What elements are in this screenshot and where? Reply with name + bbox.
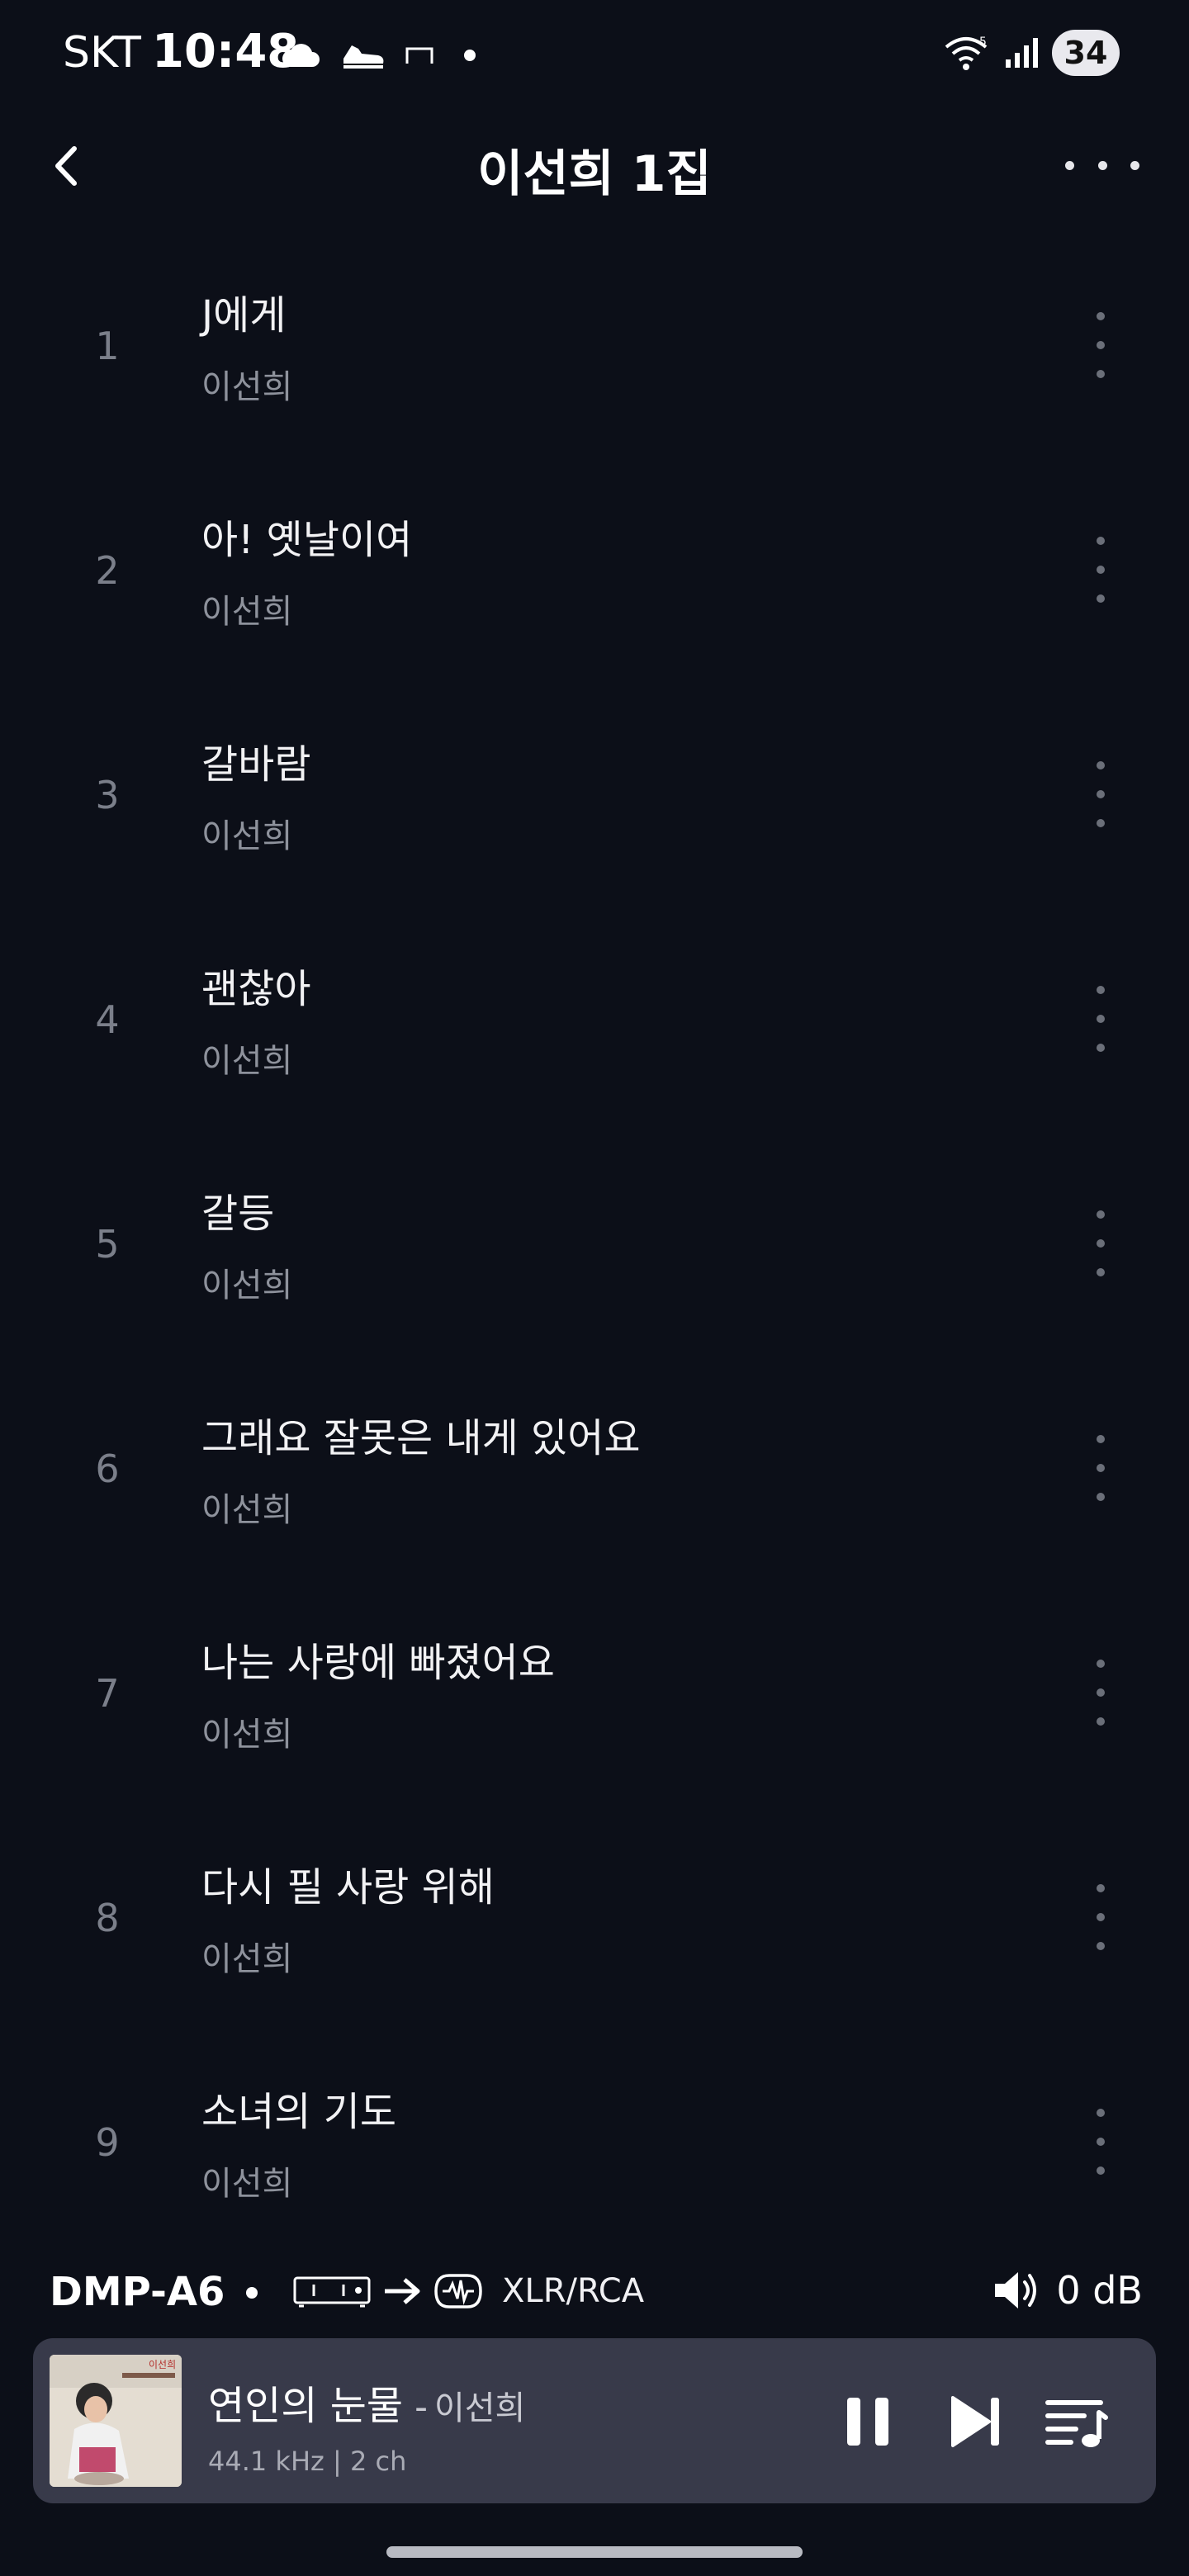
title-separator: - (414, 2386, 428, 2428)
more-vertical-icon (1097, 1435, 1105, 1443)
track-row[interactable]: 8 다시 필 사랑 위해 이선희 (0, 1803, 1189, 2028)
output-bar[interactable]: DMP-A6 XLR/RCA 0 dB (0, 2254, 1189, 2328)
rectangle-icon (405, 47, 433, 64)
track-row[interactable]: 2 아! 옛날이여 이선희 (0, 456, 1189, 680)
album-art[interactable]: 이선희 (50, 2355, 182, 2487)
now-playing-artist: 이선희 (433, 2389, 526, 2427)
separator-dot (246, 2287, 258, 2299)
track-menu-button[interactable] (1088, 1210, 1113, 1276)
waveform-output-icon (434, 2274, 482, 2308)
more-vertical-icon (1097, 1884, 1105, 1892)
track-row[interactable]: 7 나는 사랑에 빠졌어요 이선희 (0, 1579, 1189, 1803)
track-menu-button[interactable] (1088, 761, 1113, 827)
more-vertical-icon (1097, 2109, 1105, 2117)
track-artist: 이선희 (201, 368, 293, 406)
notification-icons (281, 35, 476, 76)
track-number: 4 (95, 997, 120, 1042)
track-number: 8 (95, 1896, 120, 1940)
battery-icon: 34 (1052, 30, 1120, 76)
audio-format: 44.1 kHz | 2 ch (208, 2446, 407, 2477)
track-row[interactable]: 3 갈바람 이선희 (0, 680, 1189, 905)
track-title: 갈바람 (201, 741, 311, 788)
track-artist: 이선희 (201, 1940, 293, 1978)
track-number: 1 (95, 324, 120, 368)
speaker-icon (995, 2272, 1037, 2308)
app-header: 이선희 1집 (0, 116, 1189, 215)
track-menu-button[interactable] (1088, 1435, 1113, 1501)
track-number: 7 (95, 1671, 120, 1716)
track-title: 갈등 (201, 1191, 275, 1237)
track-menu-button[interactable] (1088, 537, 1113, 603)
wifi-icon: 5 (945, 36, 988, 70)
now-playing-title: 연인의 눈물 (208, 2383, 404, 2429)
carrier-label: SKT (63, 28, 141, 78)
status-bar: SKT 10:48 5 34 (0, 0, 1189, 107)
track-list: 1 J에게 이선희 2 아! 옛날이여 이선희 3 갈바람 이선희 4 괜찮아 … (0, 231, 1189, 2252)
track-title: 아! 옛날이여 (201, 517, 413, 563)
system-icons: 5 34 (943, 30, 1120, 76)
device-name[interactable]: DMP-A6 (50, 2269, 225, 2315)
clock: 10:48 (152, 25, 300, 78)
home-indicator[interactable] (386, 2546, 803, 2558)
shoe-icon (343, 45, 384, 69)
track-title: 나는 사랑에 빠졌어요 (201, 1640, 555, 1686)
more-vertical-icon (1097, 761, 1105, 769)
track-row[interactable]: 1 J에게 이선희 (0, 231, 1189, 456)
track-artist: 이선희 (201, 1042, 293, 1080)
track-menu-button[interactable] (1088, 1884, 1113, 1950)
svg-text:5: 5 (979, 36, 987, 49)
more-vertical-icon (1097, 1210, 1105, 1219)
track-title: J에게 (201, 292, 287, 339)
more-horizontal-icon (1065, 160, 1074, 170)
cloud-icon (282, 44, 320, 67)
track-title: 괜찮아 (201, 966, 311, 1012)
player-device-icon (293, 2276, 371, 2308)
track-number: 3 (95, 773, 120, 817)
more-vertical-icon (1097, 1660, 1105, 1668)
track-number: 2 (95, 548, 120, 593)
mini-player[interactable]: 이선희 연인의 눈물 - 이선희 44.1 kHz | 2 ch (33, 2338, 1156, 2503)
track-number: 6 (95, 1447, 120, 1491)
track-row[interactable]: 9 소녀의 기도 이선희 (0, 2028, 1189, 2252)
volume-control[interactable]: 0 dB (992, 2267, 1143, 2313)
pause-icon (847, 2398, 888, 2446)
track-menu-button[interactable] (1088, 1660, 1113, 1726)
more-vertical-icon (1097, 986, 1105, 994)
track-title: 소녀의 기도 (201, 2089, 397, 2135)
next-button[interactable] (930, 2376, 1021, 2467)
volume-value: 0 dB (1056, 2268, 1143, 2313)
track-number: 9 (95, 2120, 120, 2165)
track-artist: 이선희 (201, 2165, 293, 2203)
track-title: 그래요 잘못은 내게 있어요 (201, 1415, 641, 1461)
track-artist: 이선희 (201, 817, 293, 855)
pause-button[interactable] (822, 2376, 913, 2467)
track-artist: 이선희 (201, 1716, 293, 1754)
now-playing-info[interactable]: 연인의 눈물 - 이선희 (208, 2373, 525, 2431)
more-vertical-icon (1097, 312, 1105, 320)
track-title: 다시 필 사랑 위해 (201, 1864, 495, 1911)
dot-icon (464, 50, 476, 61)
page-title: 이선희 1집 (477, 145, 712, 203)
arrow-right-icon (385, 2278, 420, 2304)
more-options-button[interactable] (1065, 149, 1139, 182)
track-row[interactable]: 5 갈등 이선희 (0, 1129, 1189, 1354)
queue-music-icon (1045, 2400, 1108, 2447)
track-artist: 이선희 (201, 1267, 293, 1305)
skip-next-icon (951, 2396, 999, 2447)
album-cover-image: 이선희 (50, 2355, 182, 2487)
track-artist: 이선희 (201, 1491, 293, 1529)
track-row[interactable]: 4 괜찮아 이선희 (0, 905, 1189, 1129)
track-artist: 이선희 (201, 593, 293, 631)
more-vertical-icon (1097, 537, 1105, 545)
playlist-button[interactable] (1030, 2376, 1121, 2467)
track-number: 5 (95, 1222, 120, 1267)
svg-text:이선희: 이선희 (149, 2359, 176, 2370)
track-menu-button[interactable] (1088, 2109, 1113, 2175)
signal-path: XLR/RCA (292, 2271, 644, 2312)
output-label: XLR/RCA (502, 2272, 645, 2310)
signal-icon (1006, 38, 1038, 68)
track-row[interactable]: 6 그래요 잘못은 내게 있어요 이선희 (0, 1354, 1189, 1579)
track-menu-button[interactable] (1088, 986, 1113, 1052)
track-menu-button[interactable] (1088, 312, 1113, 378)
